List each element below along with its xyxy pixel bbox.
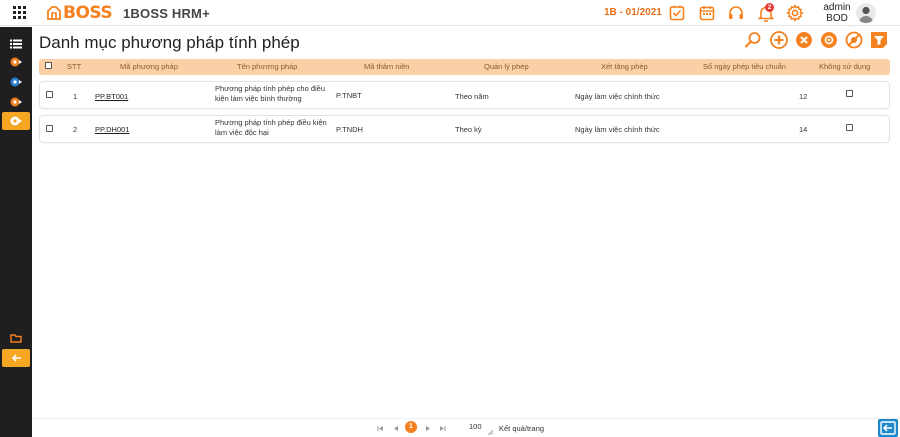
row-name: Phương pháp tính phép cho điều kiện làm … bbox=[215, 84, 326, 103]
sidebar-item-back[interactable] bbox=[2, 349, 30, 367]
notification-badge: 2 bbox=[765, 3, 774, 12]
row-checkbox[interactable] bbox=[46, 125, 53, 132]
sidebar-item-module-1[interactable] bbox=[2, 53, 30, 71]
calendar-icon[interactable] bbox=[698, 4, 716, 22]
sidebar-item-collapse[interactable] bbox=[2, 329, 30, 347]
header-code[interactable]: Mã phương pháp bbox=[120, 62, 178, 71]
table-header: STT Mã phương pháp Tên phương pháp Mã th… bbox=[39, 59, 890, 75]
page-title: Danh mục phương pháp tính phép bbox=[39, 33, 300, 52]
filter-icon[interactable] bbox=[869, 30, 889, 50]
next-page-icon[interactable] bbox=[425, 425, 431, 432]
app-name: 1BOSS HRM+ bbox=[123, 6, 210, 21]
boss-logo-icon bbox=[47, 6, 61, 20]
header-stt[interactable]: STT bbox=[67, 62, 81, 71]
sidebar bbox=[0, 27, 32, 437]
row-unused-checkbox[interactable] bbox=[846, 124, 853, 131]
table-row[interactable]: 1 PP.BT001 Phương pháp tính phép cho điề… bbox=[39, 81, 890, 109]
row-leave-management: Theo kỳ bbox=[455, 125, 482, 134]
back-arrow-icon bbox=[11, 354, 21, 362]
header-name[interactable]: Tên phương pháp bbox=[237, 62, 297, 71]
sidebar-item-leave-method[interactable] bbox=[2, 112, 30, 130]
gear-settings-icon[interactable] bbox=[786, 4, 804, 22]
row-code-link[interactable]: PP.BT001 bbox=[95, 92, 128, 101]
user-avatar-icon bbox=[859, 6, 873, 23]
leave-type-icon bbox=[10, 97, 22, 107]
exit-icon bbox=[880, 421, 896, 435]
disable-icon[interactable] bbox=[844, 30, 864, 50]
page-size-label: Kết quả/trang bbox=[499, 424, 545, 433]
leave-method-icon bbox=[10, 116, 22, 126]
search-icon[interactable] bbox=[743, 30, 763, 50]
table-row[interactable]: 2 PP.DH001 Phương pháp tính phép điều ki… bbox=[39, 115, 890, 143]
select-all-checkbox[interactable] bbox=[45, 62, 52, 69]
row-standard-days: 14 bbox=[799, 125, 808, 134]
user-info[interactable]: admin BOD bbox=[819, 2, 855, 24]
current-page[interactable]: 1 bbox=[405, 421, 417, 433]
first-page-icon[interactable] bbox=[377, 425, 384, 432]
sidebar-item-module-3[interactable] bbox=[2, 93, 30, 111]
list-menu-icon bbox=[10, 39, 22, 49]
user-name: admin bbox=[823, 2, 851, 13]
headset-support-icon[interactable] bbox=[727, 4, 745, 22]
seniority-icon bbox=[10, 77, 22, 87]
header-standard-days[interactable]: Số ngày phép tiêu chuẩn bbox=[703, 62, 786, 71]
row-stt: 2 bbox=[73, 125, 78, 134]
delete-icon[interactable] bbox=[794, 30, 814, 50]
row-stt: 1 bbox=[73, 92, 78, 101]
resize-handle-icon bbox=[488, 430, 493, 435]
row-name: Phương pháp tính phép điều kiện làm việc… bbox=[215, 118, 327, 137]
header-increase-consideration[interactable]: Xét tăng phép bbox=[601, 62, 648, 71]
avatar[interactable] bbox=[856, 3, 876, 23]
row-seniority-code: P.TNBT bbox=[336, 91, 362, 100]
row-standard-days: 12 bbox=[799, 92, 808, 101]
row-code-link[interactable]: PP.DH001 bbox=[95, 125, 129, 134]
period-selector[interactable]: 1B - 01/2021 bbox=[604, 7, 662, 18]
row-seniority-code: P.TNDH bbox=[336, 125, 363, 134]
row-unused-checkbox[interactable] bbox=[846, 90, 853, 97]
logo[interactable]: BOSS bbox=[46, 3, 113, 23]
row-increase-consideration: Ngày làm việc chính thức bbox=[575, 125, 660, 134]
sidebar-item-module-2[interactable] bbox=[2, 73, 30, 91]
row-checkbox[interactable] bbox=[46, 91, 53, 98]
sidebar-item-list[interactable] bbox=[2, 35, 30, 53]
view-icon[interactable] bbox=[819, 30, 839, 50]
logout-button[interactable] bbox=[878, 419, 898, 437]
leave-category-icon bbox=[10, 57, 22, 67]
header-leave-management[interactable]: Quản lý phép bbox=[484, 62, 529, 71]
app-grid-icon[interactable] bbox=[13, 6, 26, 19]
row-leave-management: Theo năm bbox=[455, 92, 489, 101]
row-increase-consideration: Ngày làm việc chính thức bbox=[575, 92, 660, 101]
folder-icon bbox=[10, 334, 22, 343]
user-role: BOD bbox=[826, 13, 848, 24]
top-bar: BOSS 1BOSS HRM+ 1B - 01/2021 2 admin BOD bbox=[0, 0, 900, 26]
task-check-icon[interactable] bbox=[668, 4, 686, 22]
header-seniority-code[interactable]: Mã thâm niên bbox=[364, 62, 409, 71]
prev-page-icon[interactable] bbox=[393, 425, 399, 432]
add-icon[interactable] bbox=[769, 30, 789, 50]
last-page-icon[interactable] bbox=[439, 425, 446, 432]
pagination-bar: 1 100 Kết quả/trang bbox=[32, 418, 900, 437]
header-unused[interactable]: Không sử dụng bbox=[819, 62, 870, 71]
logo-text: BOSS bbox=[63, 3, 113, 23]
